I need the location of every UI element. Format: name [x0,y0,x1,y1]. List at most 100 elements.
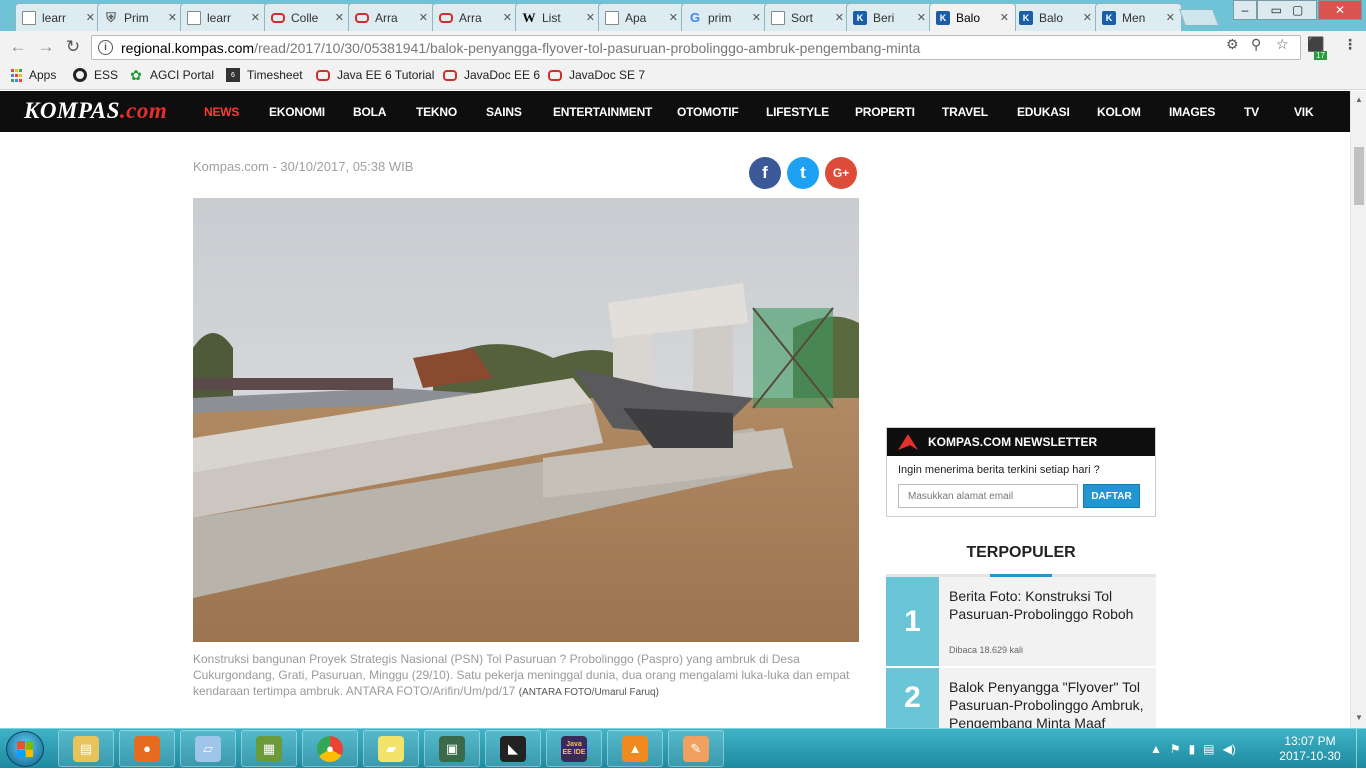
nav-travel[interactable]: TRAVEL [942,105,988,119]
bookmark-javadoc-ee-6[interactable]: JavaDoc EE 6 [443,68,540,82]
tab-close-icon[interactable]: ✕ [86,11,95,24]
nav-lifestyle[interactable]: LIFESTYLE [766,105,829,119]
chrome-taskbar-button[interactable]: ● [302,730,358,767]
bookmark-javadoc-se-7[interactable]: JavaDoc SE 7 [548,68,645,82]
sticky-notes-taskbar-button[interactable]: ▰ [363,730,419,767]
browser-tab[interactable]: ⛨ Prim ✕ [97,3,184,31]
network-icon[interactable]: ▤ [1203,742,1214,756]
popular-item[interactable]: 2 Balok Penyangga "Flyover" Tol Pasuruan-… [886,668,1156,731]
browser-tab[interactable]: Apa ✕ [598,3,685,31]
paint-icon: ✎ [683,735,709,762]
tab-close-icon[interactable]: ✕ [419,11,428,24]
tab-close-icon[interactable]: ✕ [503,11,512,24]
browser-tab[interactable]: K Balo ✕ [929,3,1016,31]
notepad-icon: ▱ [195,735,221,762]
scroll-down-icon[interactable]: ▼ [1355,713,1363,722]
bookmark-apps[interactable]: Apps [10,68,56,82]
cookie-blocked-icon[interactable]: ⚙ [1226,36,1239,53]
java-ee-ide-taskbar-button[interactable]: Java EE IDE [546,730,602,767]
image-viewer-taskbar-button[interactable]: ◣ [485,730,541,767]
monitor-taskbar-button[interactable]: ▣ [424,730,480,767]
flag-icon[interactable]: ⚑ [1170,742,1181,756]
tab-close-icon[interactable]: ✕ [1166,11,1175,24]
tab-close-icon[interactable]: ✕ [669,11,678,24]
forward-button[interactable]: → [36,37,56,57]
popular-rank: 1 [886,577,939,666]
browser-tab[interactable]: Sort ✕ [764,3,851,31]
clock[interactable]: 13:07 PM 2017-10-30 [1270,734,1350,764]
google-plus-share-button[interactable]: G+ [825,157,857,189]
site-info-icon[interactable]: i [98,40,113,55]
menu-icon[interactable]: ⋮ [1343,36,1357,53]
tab-close-icon[interactable]: ✕ [168,11,177,24]
browser-tab[interactable]: K Balo ✕ [1012,3,1099,31]
browser-tab[interactable]: K Men ✕ [1095,3,1182,31]
tray-expand-icon[interactable]: ▲ [1150,742,1162,756]
nav-tv[interactable]: TV [1244,105,1259,119]
tab-close-icon[interactable]: ✕ [1083,11,1092,24]
reload-button[interactable]: ↻ [63,37,83,57]
bookmark-java-ee-6-tutorial[interactable]: Java EE 6 Tutorial [316,68,434,82]
tab-close-icon[interactable]: ✕ [752,11,761,24]
nav-properti[interactable]: PROPERTI [855,105,915,119]
newsletter-email-input[interactable]: Masukkan alamat email [898,484,1078,508]
address-bar[interactable]: i regional.kompas.com/read/2017/10/30/05… [91,35,1301,60]
paint-taskbar-button[interactable]: ✎ [668,730,724,767]
bookmark-timesheet[interactable]: 6 Timesheet [226,68,303,82]
firefox-taskbar-button[interactable]: ● [119,730,175,767]
notepad-taskbar-button[interactable]: ▱ [180,730,236,767]
browser-tab[interactable]: K Beri ✕ [846,3,933,31]
tab-close-icon[interactable]: ✕ [835,11,844,24]
close-window-button[interactable]: ✕ [1318,0,1362,20]
kompas-logo[interactable]: KOMPAS.com [24,98,167,124]
doc-favicon-icon [187,10,201,25]
bookmark-star-icon[interactable]: ☆ [1276,36,1289,53]
zoom-icon[interactable]: ⚲ [1251,36,1261,53]
page-scrollbar[interactable]: ▲ ▼ [1350,91,1366,728]
nav-otomotif[interactable]: OTOMOTIF [677,105,739,119]
spreadsheet-taskbar-button[interactable]: ▦ [241,730,297,767]
nav-ekonomi[interactable]: EKONOMI [269,105,325,119]
bookmark-agci-portal[interactable]: ✿ AGCI Portal [129,67,214,83]
explorer-taskbar-button[interactable]: ▤ [58,730,114,767]
popular-item[interactable]: 1 Berita Foto: Konstruksi Tol Pasuruan-Pr… [886,577,1156,666]
nav-vik[interactable]: VIK [1294,105,1314,119]
browser-tab[interactable]: learr ✕ [180,3,267,31]
nav-sains[interactable]: SAINS [486,105,522,119]
nav-news[interactable]: NEWS [204,105,239,119]
vlc-icon: ▲ [622,735,648,762]
scrollbar-thumb[interactable] [1354,147,1364,205]
minimize-button[interactable]: – [1233,0,1257,20]
scroll-up-icon[interactable]: ▲ [1355,95,1363,104]
start-button[interactable] [6,731,44,767]
power-icon[interactable]: ▮ [1189,742,1196,756]
nav-tekno[interactable]: TEKNO [416,105,457,119]
browser-tab[interactable]: Arra ✕ [432,3,519,31]
browser-tab[interactable]: W List ✕ [515,3,602,31]
bookmark-ess[interactable]: ESS [73,68,118,82]
show-desktop-button[interactable] [1356,729,1366,769]
browser-tab[interactable]: Colle ✕ [264,3,351,31]
newsletter-submit-button[interactable]: DAFTAR [1083,484,1140,508]
maximize-button[interactable]: ▭ ▢ [1257,0,1317,20]
nav-entertainment[interactable]: ENTERTAINMENT [553,105,652,119]
nav-bola[interactable]: BOLA [353,105,386,119]
browser-tab[interactable]: learr ✕ [15,3,102,31]
article-photo[interactable] [193,198,859,642]
nav-images[interactable]: IMAGES [1169,105,1215,119]
tab-close-icon[interactable]: ✕ [335,11,344,24]
twitter-share-button[interactable]: t [787,157,819,189]
nav-edukasi[interactable]: EDUKASI [1017,105,1070,119]
nav-kolom[interactable]: KOLOM [1097,105,1141,119]
tab-close-icon[interactable]: ✕ [1000,11,1009,24]
tab-close-icon[interactable]: ✕ [586,11,595,24]
browser-tab[interactable]: Arra ✕ [348,3,435,31]
tab-close-icon[interactable]: ✕ [251,11,260,24]
tab-close-icon[interactable]: ✕ [917,11,926,24]
new-tab-button[interactable] [1178,9,1220,26]
volume-icon[interactable]: ◀) [1223,742,1236,756]
vlc-taskbar-button[interactable]: ▲ [607,730,663,767]
back-button[interactable]: ← [8,37,28,57]
facebook-share-button[interactable]: f [749,157,781,189]
browser-tab[interactable]: Gprim ✕ [681,3,768,31]
